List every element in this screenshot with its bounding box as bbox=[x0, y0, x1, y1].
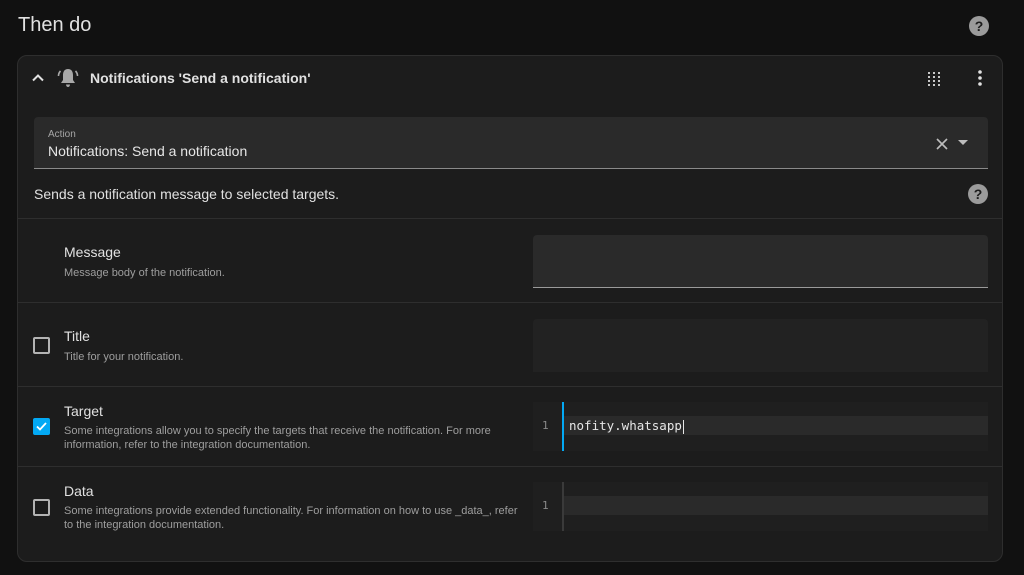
code-line[interactable]: nofity.whatsapp bbox=[569, 418, 684, 434]
field-row-data: Data Some integrations provide extended … bbox=[18, 466, 1002, 561]
editor-gutter: 1 bbox=[533, 402, 562, 451]
data-checkbox[interactable] bbox=[33, 499, 50, 516]
text-cursor bbox=[682, 419, 684, 434]
field-label-title: Title bbox=[64, 328, 90, 344]
action-card: Notifications 'Send a notification' Acti… bbox=[17, 55, 1003, 562]
line-number: 1 bbox=[542, 499, 549, 512]
more-vertical-icon[interactable] bbox=[970, 68, 990, 88]
line-number: 1 bbox=[542, 419, 549, 432]
field-row-target: Target Some integrations allow you to sp… bbox=[18, 386, 1002, 466]
field-help-title: Title for your notification. bbox=[64, 351, 184, 363]
active-line-highlight bbox=[564, 496, 988, 515]
chevron-down-icon[interactable] bbox=[957, 139, 969, 147]
field-label-target: Target bbox=[64, 403, 103, 419]
page-title: Then do bbox=[18, 14, 92, 36]
clear-icon[interactable] bbox=[935, 137, 949, 151]
field-help-target: Some integrations allow you to specify t… bbox=[64, 425, 491, 451]
card-title: Notifications 'Send a notification' bbox=[90, 70, 311, 86]
field-help-data: Some integrations provide extended funct… bbox=[64, 505, 518, 531]
field-help-message: Message body of the notification. bbox=[64, 267, 225, 279]
target-checkbox[interactable] bbox=[33, 418, 50, 435]
help-circle-icon[interactable]: ? bbox=[968, 184, 988, 204]
action-description: Sends a notification message to selected… bbox=[34, 186, 340, 202]
field-row-message: Message Message body of the notification… bbox=[18, 218, 1002, 302]
editor-gutter: 1 bbox=[533, 482, 562, 531]
field-label-message: Message bbox=[64, 244, 121, 260]
chevron-up-icon[interactable] bbox=[30, 70, 46, 86]
field-label-data: Data bbox=[64, 483, 94, 499]
title-input[interactable] bbox=[533, 319, 988, 372]
message-input[interactable] bbox=[533, 235, 988, 288]
field-row-title: Title Title for your notification. bbox=[18, 302, 1002, 386]
action-select-label: Action bbox=[48, 129, 76, 140]
bell-ring-icon bbox=[57, 69, 79, 87]
target-code-editor[interactable]: 1 nofity.whatsapp bbox=[533, 402, 988, 451]
action-select[interactable]: Action Notifications: Send a notificatio… bbox=[34, 117, 988, 169]
data-code-editor[interactable]: 1 bbox=[533, 482, 988, 531]
card-header[interactable]: Notifications 'Send a notification' bbox=[18, 56, 1002, 102]
help-circle-icon[interactable]: ? bbox=[969, 16, 989, 36]
check-icon bbox=[36, 422, 47, 431]
code-content: nofity.whatsapp bbox=[569, 418, 682, 433]
action-select-value: Notifications: Send a notification bbox=[48, 143, 248, 159]
title-checkbox[interactable] bbox=[33, 337, 50, 354]
drag-handle-icon[interactable] bbox=[926, 70, 942, 86]
